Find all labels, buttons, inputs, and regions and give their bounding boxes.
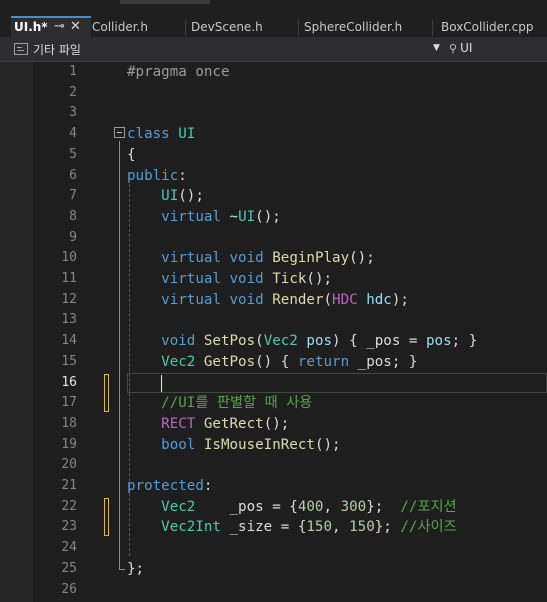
- code-line: 14 void SetPos(Vec2 pos) { _pos = pos; }: [0, 331, 547, 352]
- code-text: virtual ~UI();: [161, 208, 281, 225]
- code-text: public:: [127, 167, 187, 184]
- tab-label: DevScene.h: [191, 20, 263, 34]
- line-number: 12: [61, 291, 77, 307]
- code-line: 11 virtual void Tick();: [0, 269, 547, 290]
- code-line: 10 virtual void BeginPlay();: [0, 248, 547, 269]
- line-number: 15: [61, 353, 77, 369]
- line-number: 26: [61, 581, 77, 597]
- code-editor[interactable]: 1 #pragma once 2 3 4 class UI 5 { 6 publ…: [0, 62, 547, 602]
- code-text: virtual void Tick();: [161, 271, 333, 287]
- line-number: 13: [61, 312, 77, 328]
- navigation-bar: 기타 파일 ▼ ⚲ UI: [0, 37, 547, 62]
- code-text: virtual void Render(HDC hdc);: [161, 291, 409, 308]
- code-text: virtual void BeginPlay();: [161, 250, 375, 267]
- line-number: 21: [61, 478, 77, 493]
- code-text: protected:: [127, 478, 213, 494]
- code-line: 4 class UI: [0, 124, 547, 145]
- code-line: 5 {: [0, 145, 547, 166]
- tab-divider: [185, 20, 186, 36]
- line-number: 25: [61, 560, 77, 576]
- tab-collider-h[interactable]: Collider.h: [92, 18, 187, 37]
- line-number: 24: [61, 540, 77, 556]
- code-line: 24: [0, 538, 547, 559]
- tab-label: SphereCollider.h: [304, 20, 403, 34]
- project-label: 기타 파일: [33, 42, 81, 57]
- code-line: 13: [0, 310, 547, 331]
- code-line: 22 Vec2 _pos = {400, 300}; //포지션: [0, 497, 547, 518]
- tab-devscene-h[interactable]: DevScene.h: [191, 18, 296, 37]
- tab-label: UI.h*: [14, 20, 48, 34]
- line-number: 8: [69, 208, 77, 224]
- line-number: 6: [69, 167, 77, 183]
- code-line: 23 Vec2Int _size = {150, 150}; //사이즈: [0, 517, 547, 538]
- code-comment: //UI를 판별할 때 사용: [127, 395, 313, 412]
- code-line: 26: [0, 580, 547, 601]
- code-line: 3: [0, 103, 547, 124]
- code-text: Vec2Int _size = {150, 150}; //사이즈: [161, 519, 457, 536]
- tab-divider: [432, 20, 433, 36]
- code-text: void SetPos(Vec2 pos) { _pos = pos; }: [161, 333, 478, 350]
- scope-label: UI: [460, 41, 473, 55]
- code-text: {: [127, 146, 136, 163]
- code-line: 9: [0, 228, 547, 249]
- line-number: 17: [61, 395, 77, 411]
- code-line: 2: [0, 83, 547, 104]
- document-tab-bar: UI.h* ⊸ ✕ Collider.h DevScene.h SphereCo…: [0, 0, 547, 37]
- project-dropdown[interactable]: 기타 파일: [14, 41, 81, 57]
- line-number: 3: [69, 105, 77, 121]
- line-number: 22: [61, 498, 77, 514]
- code-text: class UI: [127, 126, 196, 143]
- class-scope-icon: ⚲: [449, 41, 458, 55]
- code-line: 12 virtual void Render(HDC hdc);: [0, 290, 547, 311]
- code-line-current: 16: [0, 373, 547, 394]
- code-text: RECT GetRect();: [161, 415, 290, 432]
- pin-icon[interactable]: ⊸: [54, 16, 65, 37]
- line-number: 4: [69, 126, 77, 142]
- code-line: 6 public:: [0, 166, 547, 187]
- preprocessor-directive: #pragma once: [127, 64, 230, 80]
- tab-label: BoxCollider.cpp: [441, 20, 534, 34]
- code-text: };: [127, 560, 145, 577]
- code-text: Vec2 _pos = {400, 300}; //포지션: [161, 498, 457, 515]
- line-number: 7: [69, 188, 77, 204]
- line-number: 5: [69, 146, 77, 162]
- code-line: 21 protected:: [0, 476, 547, 497]
- line-number: 2: [69, 84, 77, 100]
- tab-spherecollider-h[interactable]: SphereCollider.h: [304, 18, 429, 37]
- code-line: 19 bool IsMouseInRect();: [0, 435, 547, 456]
- tab-boxcollider-cpp[interactable]: BoxCollider.cpp: [441, 18, 547, 37]
- chevron-down-icon[interactable]: ▼: [433, 43, 440, 53]
- code-line: 25 };: [0, 559, 547, 580]
- code-line: 8 virtual ~UI();: [0, 207, 547, 228]
- line-number: 19: [61, 436, 77, 452]
- tab-label: Collider.h: [92, 20, 148, 34]
- code-line: 20: [0, 455, 547, 476]
- code-line: 1 #pragma once: [0, 62, 547, 83]
- code-text: #pragma once: [127, 62, 230, 83]
- code-text: bool IsMouseInRect();: [161, 436, 341, 453]
- line-number: 10: [61, 250, 77, 266]
- line-number: 23: [61, 519, 77, 535]
- tab-strip-overflow-area: [120, 0, 210, 4]
- code-line: 18 RECT GetRect();: [0, 414, 547, 435]
- line-number: 16: [61, 374, 77, 390]
- code-line: 17 //UI를 판별할 때 사용: [0, 393, 547, 414]
- close-icon[interactable]: ✕: [70, 16, 81, 37]
- code-text: Vec2 GetPos() { return _pos; }: [161, 353, 418, 370]
- code-line: 7 UI();: [0, 186, 547, 207]
- line-number: 14: [61, 333, 77, 349]
- line-number: 9: [69, 229, 77, 245]
- tab-divider: [298, 20, 299, 36]
- code-line: 15 Vec2 GetPos() { return _pos; }: [0, 352, 547, 373]
- scope-dropdown[interactable]: ⚲ UI: [449, 41, 472, 55]
- line-number: 20: [61, 457, 77, 473]
- line-number: 1: [69, 64, 77, 79]
- code-text: UI();: [161, 188, 204, 205]
- line-number: 18: [61, 415, 77, 431]
- line-number: 11: [61, 271, 77, 286]
- misc-files-icon: [14, 43, 28, 55]
